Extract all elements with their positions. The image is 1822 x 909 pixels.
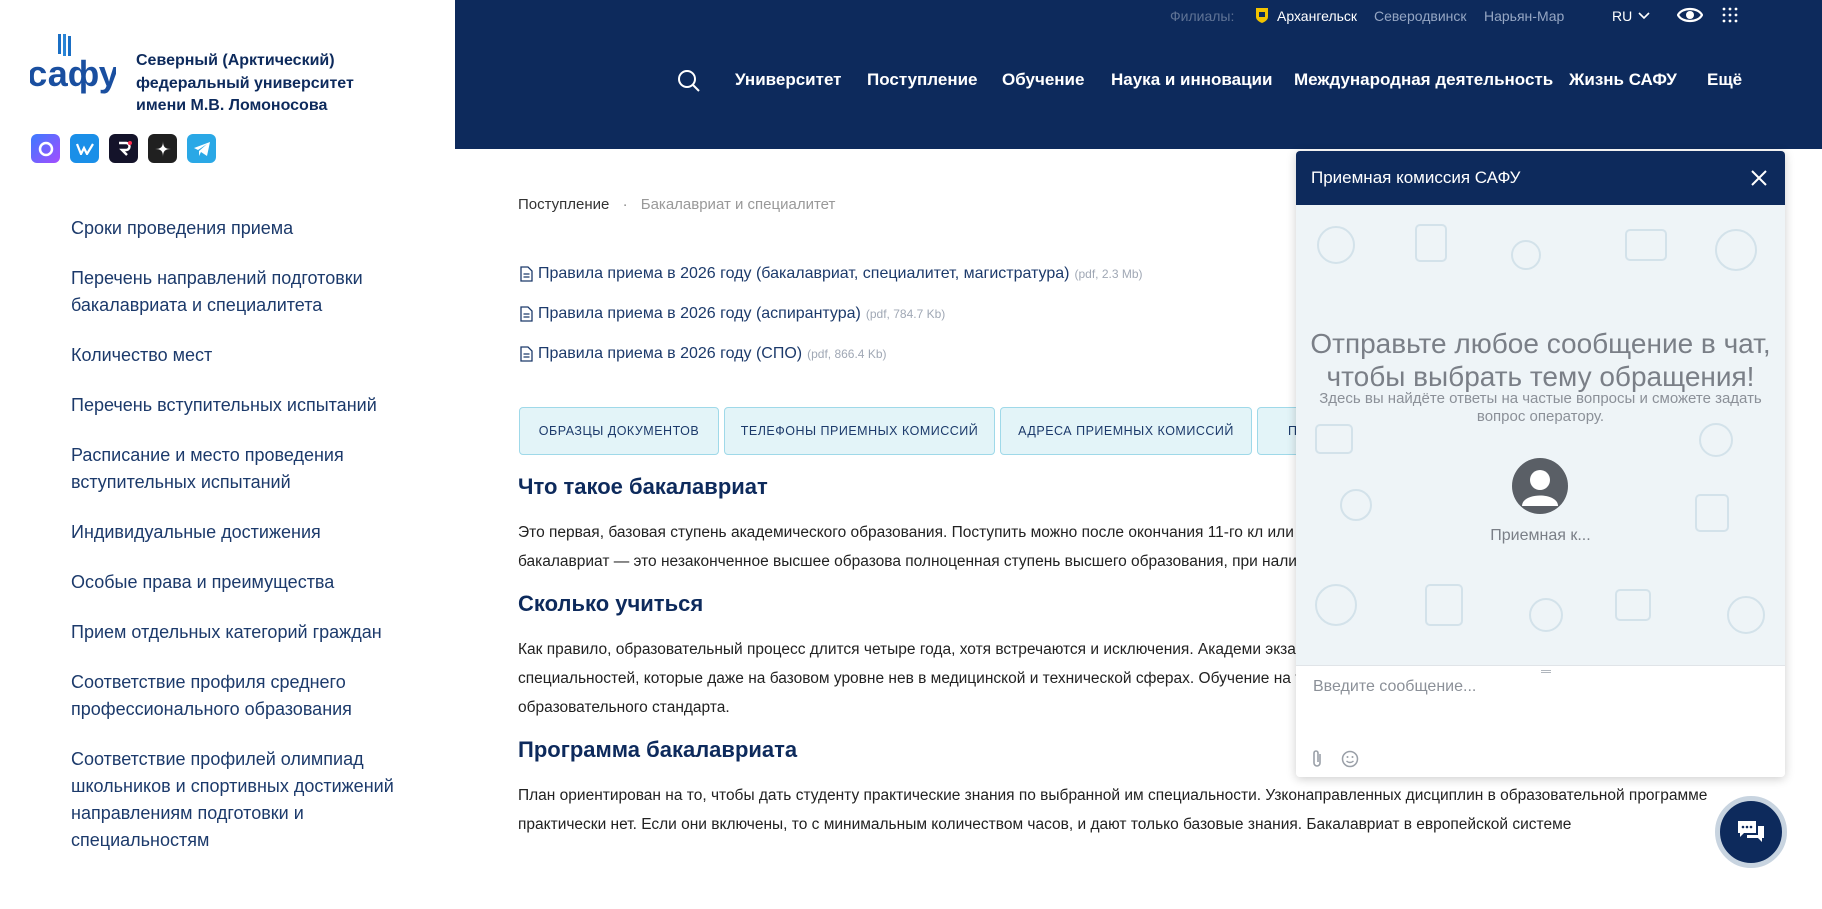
chat-headline: Отправьте любое сообщение в чат, чтобы в… bbox=[1310, 328, 1771, 392]
message-input[interactable]: Введите сообщение... bbox=[1313, 678, 1476, 696]
chat-title: Приемная комиссия САФУ bbox=[1311, 168, 1521, 187]
eye-icon[interactable] bbox=[1677, 4, 1703, 26]
breadcrumb-separator: · bbox=[622, 196, 628, 213]
logo-text: сафу bbox=[30, 53, 116, 94]
document-icon bbox=[520, 306, 533, 322]
rutube-icon[interactable] bbox=[109, 134, 138, 163]
dzen-icon[interactable] bbox=[148, 134, 177, 163]
chat-bubbles-icon bbox=[1738, 821, 1764, 842]
sidebar-item-places[interactable]: Количество мест bbox=[71, 342, 401, 369]
close-icon[interactable] bbox=[1749, 168, 1769, 188]
breadcrumb: Поступление · Бакалавриат и специалитет bbox=[518, 196, 835, 213]
document-meta: (pdf, 784.7 Kb) bbox=[865, 307, 946, 321]
sidebar-item-schedule[interactable]: Расписание и место проведения вступитель… bbox=[71, 442, 401, 496]
operator-avatar bbox=[1512, 458, 1568, 514]
sidebar-item-exams[interactable]: Перечень вступительных испытаний bbox=[71, 392, 401, 419]
sidebar-item-programs[interactable]: Перечень направлений подготовки бакалавр… bbox=[71, 265, 401, 319]
chat-widget: Приемная комиссия САФУ Отправьте любое с… bbox=[1296, 151, 1785, 777]
nav-university[interactable]: Университет bbox=[735, 70, 842, 90]
nav-education[interactable]: Обучение bbox=[1002, 70, 1084, 90]
document-icon bbox=[520, 346, 533, 362]
main-navigation: Университет Поступление Обучение Наука и… bbox=[455, 39, 1822, 149]
tab-commission-phones[interactable]: ТЕЛЕФОНЫ ПРИЕМНЫХ КОМИССИЙ bbox=[724, 407, 995, 455]
attach-icon[interactable] bbox=[1309, 749, 1325, 769]
safu-logo[interactable]: сафу bbox=[30, 34, 116, 100]
chat-header: Приемная комиссия САФУ bbox=[1296, 151, 1785, 205]
branches-label: Филиалы: bbox=[1170, 8, 1235, 24]
nav-international[interactable]: Международная деятельность bbox=[1294, 70, 1553, 90]
section-text: План ориентирован на то, чтобы дать студ… bbox=[518, 787, 1708, 833]
vk-icon[interactable] bbox=[70, 134, 99, 163]
document-link[interactable]: Правила приема в 2026 году (СПО) bbox=[538, 345, 802, 363]
chat-background-pattern bbox=[1315, 224, 1765, 634]
sidebar-item-achievements[interactable]: Индивидуальные достижения bbox=[71, 519, 401, 546]
max-icon[interactable] bbox=[31, 134, 60, 163]
document-meta: (pdf, 866.4 Kb) bbox=[807, 347, 887, 361]
apps-grid-icon[interactable] bbox=[1722, 7, 1738, 23]
breadcrumb-current: Бакалавриат и специалитет bbox=[640, 196, 836, 213]
social-links bbox=[31, 134, 216, 163]
sidebar-item-rights[interactable]: Особые права и преимущества bbox=[71, 569, 401, 596]
branch-naryan-mar[interactable]: Нарьян-Мар bbox=[1484, 8, 1564, 24]
emoji-icon[interactable] bbox=[1341, 750, 1359, 768]
coat-of-arms-icon bbox=[1256, 8, 1268, 23]
chat-input-area[interactable]: Введите сообщение... bbox=[1296, 665, 1785, 777]
sidebar-item-deadlines[interactable]: Сроки проведения приема bbox=[71, 215, 401, 242]
telegram-icon[interactable] bbox=[187, 134, 216, 163]
chat-body: Отправьте любое сообщение в чат, чтобы в… bbox=[1296, 205, 1785, 665]
operator-name: Приемная к... bbox=[1490, 527, 1591, 544]
document-item[interactable]: Правила приема в 2026 году (бакалавриат,… bbox=[520, 254, 1143, 294]
sidebar-item-olympiads[interactable]: Соответствие профилей олимпиад школьнико… bbox=[71, 746, 401, 854]
nav-admission[interactable]: Поступление bbox=[867, 70, 978, 90]
top-bar: Филиалы: Архангельск Северодвинск Нарьян… bbox=[455, 0, 1822, 39]
search-icon[interactable] bbox=[677, 69, 701, 93]
resize-handle[interactable] bbox=[1541, 670, 1551, 673]
sidebar-item-spo-profile[interactable]: Соответствие профиля среднего профессион… bbox=[71, 669, 401, 723]
sidebar: сафу Северный (Арктический) федеральный … bbox=[0, 0, 455, 909]
document-link[interactable]: Правила приема в 2026 году (аспирантура) bbox=[538, 305, 861, 323]
university-name[interactable]: Северный (Арктический) федеральный униве… bbox=[136, 50, 396, 118]
nav-life[interactable]: Жизнь САФУ bbox=[1569, 70, 1677, 90]
tab-document-samples[interactable]: ОБРАЗЦЫ ДОКУМЕНТОВ bbox=[519, 407, 719, 455]
chat-launcher-button[interactable] bbox=[1715, 796, 1787, 868]
nav-science[interactable]: Наука и инновации bbox=[1111, 70, 1272, 90]
nav-more[interactable]: Ещё bbox=[1707, 70, 1742, 90]
document-meta: (pdf, 2.3 Mb) bbox=[1074, 267, 1143, 281]
branch-arkhangelsk[interactable]: Архангельск bbox=[1277, 8, 1357, 24]
document-icon bbox=[520, 266, 533, 282]
document-item[interactable]: Правила приема в 2026 году (СПО) (pdf, 8… bbox=[520, 334, 1143, 374]
language-select[interactable]: RU bbox=[1612, 8, 1632, 24]
sidebar-menu: Сроки проведения приема Перечень направл… bbox=[71, 215, 401, 877]
document-item[interactable]: Правила приема в 2026 году (аспирантура)… bbox=[520, 294, 1143, 334]
document-list: Правила приема в 2026 году (бакалавриат,… bbox=[520, 254, 1143, 374]
sidebar-item-categories[interactable]: Прием отдельных категорий граждан bbox=[71, 619, 401, 646]
tab-commission-addresses[interactable]: АДРЕСА ПРИЕМНЫХ КОМИССИЙ bbox=[1000, 407, 1252, 455]
chevron-down-icon[interactable] bbox=[1638, 12, 1650, 20]
document-link[interactable]: Правила приема в 2026 году (бакалавриат,… bbox=[538, 265, 1069, 283]
user-icon bbox=[1522, 470, 1558, 506]
branch-severodvinsk[interactable]: Северодвинск bbox=[1374, 8, 1467, 24]
chat-subtext: Здесь вы найдёте ответы на частые вопрос… bbox=[1319, 390, 1762, 425]
breadcrumb-parent[interactable]: Поступление bbox=[518, 196, 609, 213]
